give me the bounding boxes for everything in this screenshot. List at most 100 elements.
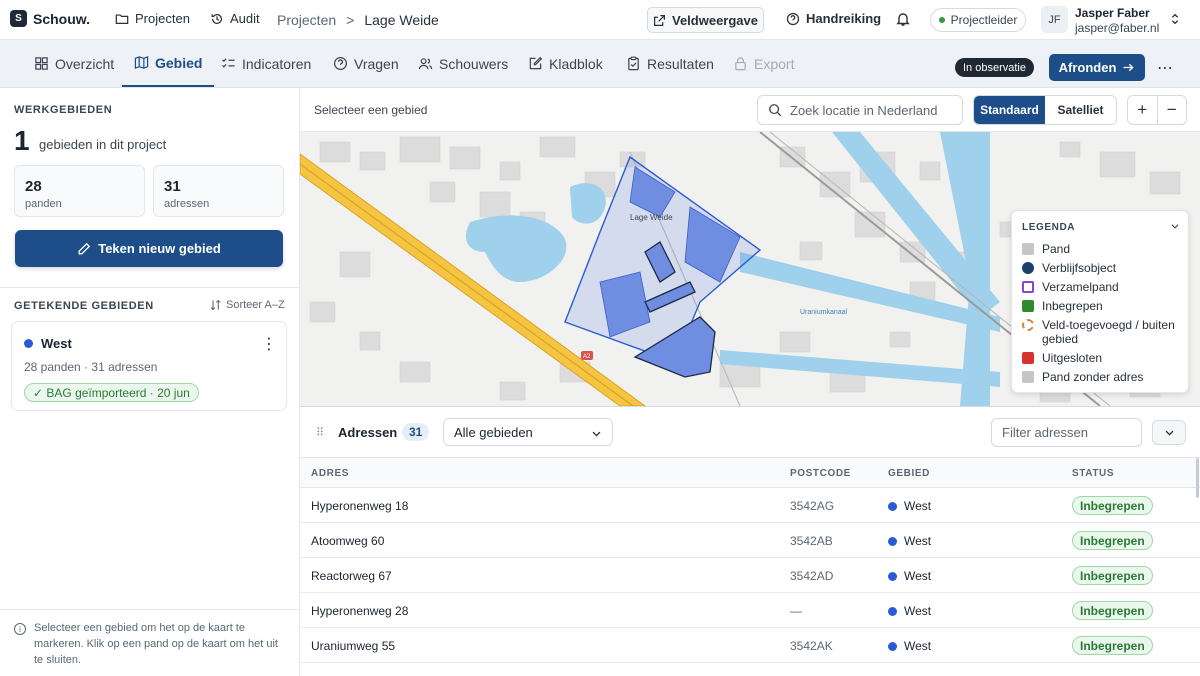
breadcrumb-root[interactable]: Projecten bbox=[277, 12, 336, 28]
tab-export-label: Export bbox=[754, 55, 795, 72]
table-row[interactable]: Hyperonenweg 28 — West Inbegrepen bbox=[300, 593, 1200, 628]
tab-resultaten[interactable]: Resultaten bbox=[626, 40, 714, 87]
map-icon bbox=[134, 55, 149, 70]
tab-schouwers[interactable]: Schouwers bbox=[418, 40, 508, 87]
user-email: jasper@faber.nl bbox=[1075, 21, 1160, 35]
cell-area: West bbox=[888, 534, 931, 548]
legend-label: Pand bbox=[1042, 242, 1071, 256]
tab-vragen-label: Vragen bbox=[354, 55, 399, 72]
nav-audit[interactable]: Audit bbox=[210, 11, 260, 26]
cell-area: West bbox=[888, 639, 931, 653]
zoom-out-button[interactable]: − bbox=[1158, 96, 1187, 124]
tab-overzicht[interactable]: Overzicht bbox=[34, 40, 114, 87]
column-header-postcode[interactable]: POSTCODE bbox=[790, 468, 851, 479]
addresses-toolbar: ⠿ Adressen 31 Alle gebieden Filter adres… bbox=[300, 407, 1200, 457]
history-icon bbox=[211, 13, 222, 24]
stat-value: 28 bbox=[25, 178, 42, 195]
area-color-dot bbox=[888, 641, 897, 651]
zoom-controls: + − bbox=[1127, 95, 1187, 125]
cell-postcode: — bbox=[790, 604, 802, 618]
status-badge: Inbegrepen bbox=[1072, 636, 1153, 655]
column-header-status[interactable]: STATUS bbox=[1072, 468, 1114, 479]
basemap-standard-button[interactable]: Standaard bbox=[974, 96, 1045, 124]
legend-label: Verzamelpand bbox=[1042, 280, 1119, 294]
road-shield-label: A2 bbox=[583, 354, 591, 360]
app-logo[interactable]: S Schouw. bbox=[10, 10, 90, 27]
table-row[interactable]: Hyperonenweg 18 3542AG West Inbegrepen bbox=[300, 488, 1200, 523]
chevron-down-icon[interactable] bbox=[1170, 221, 1180, 231]
nav-projects[interactable]: Projecten bbox=[115, 11, 190, 26]
role-badge[interactable]: Projectleider bbox=[930, 8, 1026, 32]
kebab-menu-icon[interactable]: ⋮ bbox=[261, 334, 277, 354]
legend-item-veld-toegevoegd: Veld-toegevoegd / buiten gebied bbox=[1022, 318, 1184, 346]
tab-kladblok[interactable]: Kladblok bbox=[528, 40, 603, 87]
stat-label: adressen bbox=[164, 198, 210, 210]
stat-adressen: 31 adressen bbox=[153, 165, 284, 217]
help-button[interactable]: Handreiking bbox=[786, 11, 881, 26]
finish-button[interactable]: Afronden bbox=[1049, 54, 1145, 81]
cell-area: West bbox=[888, 604, 931, 618]
cell-address: Hyperonenweg 18 bbox=[311, 499, 409, 513]
more-icon[interactable]: ⋯ bbox=[1157, 58, 1173, 78]
finish-label: Afronden bbox=[1058, 60, 1117, 75]
area-filter-select[interactable]: Alle gebieden bbox=[443, 418, 613, 446]
column-header-gebied[interactable]: GEBIED bbox=[888, 468, 930, 479]
legend-label: Veld-toegevoegd / buiten gebied bbox=[1042, 318, 1175, 346]
address-filter-placeholder: Filter adressen bbox=[1002, 425, 1088, 440]
pencil-icon bbox=[78, 242, 91, 254]
address-filter-input[interactable]: Filter adressen bbox=[991, 418, 1142, 447]
lock-icon bbox=[735, 57, 746, 71]
question-icon bbox=[333, 56, 348, 71]
table-row[interactable]: Atoomweg 60 3542AB West Inbegrepen bbox=[300, 523, 1200, 558]
legend-swatch bbox=[1022, 281, 1034, 293]
bag-import-badge: ✓ BAG geïmporteerd · 20 jun bbox=[24, 383, 199, 402]
legend-swatch bbox=[1022, 300, 1034, 312]
zoom-in-button[interactable]: + bbox=[1128, 96, 1158, 124]
table-scrollbar[interactable] bbox=[1196, 458, 1199, 498]
chevron-updown-icon[interactable] bbox=[1168, 12, 1182, 26]
table-row[interactable]: Reactorweg 67 3542AD West Inbegrepen bbox=[300, 558, 1200, 593]
panel-collapse-button[interactable] bbox=[1152, 420, 1186, 445]
sidebar: WERKGEBIEDEN 1 gebieden in dit project 2… bbox=[0, 88, 300, 676]
role-label: Projectleider bbox=[950, 13, 1018, 27]
bell-icon[interactable] bbox=[895, 11, 911, 27]
column-header-adres[interactable]: ADRES bbox=[311, 468, 349, 479]
drawn-areas-title: GETEKENDE GEBIEDEN bbox=[14, 300, 154, 312]
external-link-icon bbox=[654, 14, 665, 26]
avatar[interactable]: JF bbox=[1041, 6, 1068, 33]
help-circle-icon bbox=[786, 12, 800, 25]
edit-icon bbox=[529, 56, 543, 70]
sort-button[interactable]: Sorteer A–Z bbox=[210, 299, 285, 311]
tab-resultaten-label: Resultaten bbox=[647, 55, 714, 72]
cell-area: West bbox=[888, 569, 931, 583]
tab-gebied[interactable]: Gebied bbox=[122, 40, 215, 87]
help-label: Handreiking bbox=[806, 11, 882, 26]
legend-swatch bbox=[1022, 352, 1034, 364]
field-view-button[interactable]: Veldweergave bbox=[647, 7, 764, 33]
search-icon bbox=[769, 104, 782, 117]
info-icon: i bbox=[14, 623, 26, 635]
status-badge: Inbegrepen bbox=[1072, 531, 1153, 550]
area-color-dot bbox=[888, 606, 897, 616]
sidebar-title: WERKGEBIEDEN bbox=[14, 104, 113, 116]
tab-indicatoren-label: Indicatoren bbox=[242, 55, 312, 72]
area-card[interactable]: West ⋮ 28 panden · 31 adressen ✓ BAG geï… bbox=[11, 321, 287, 411]
drag-handle-icon[interactable]: ⠿ bbox=[316, 426, 324, 439]
tab-indicatoren[interactable]: Indicatoren bbox=[221, 40, 311, 87]
basemap-satellite-button[interactable]: Satelliet bbox=[1045, 96, 1116, 124]
legend-item-verzamelpand: Verzamelpand bbox=[1022, 280, 1184, 294]
breadcrumb-current: Lage Weide bbox=[364, 12, 439, 28]
draw-area-label: Teken nieuw gebied bbox=[98, 241, 221, 256]
draw-area-button[interactable]: Teken nieuw gebied bbox=[15, 230, 283, 267]
cell-area-label: West bbox=[904, 639, 932, 653]
table-row[interactable]: Uraniumweg 55 3542AK West Inbegrepen bbox=[300, 628, 1200, 663]
stat-value: 31 bbox=[164, 178, 181, 195]
legend-label: Verblijfsobject bbox=[1042, 261, 1117, 275]
cell-postcode: 3542AB bbox=[790, 534, 833, 548]
map-legend[interactable]: LEGENDA Pand Verblijfsobject Verzamelpan… bbox=[1011, 210, 1189, 393]
location-search[interactable]: Zoek locatie in Nederland bbox=[757, 95, 963, 125]
addresses-title: Adressen bbox=[338, 425, 398, 440]
legend-label: Pand zonder adres bbox=[1042, 370, 1144, 384]
tab-vragen[interactable]: Vragen bbox=[333, 40, 399, 87]
area-filter-value: Alle gebieden bbox=[454, 424, 533, 440]
